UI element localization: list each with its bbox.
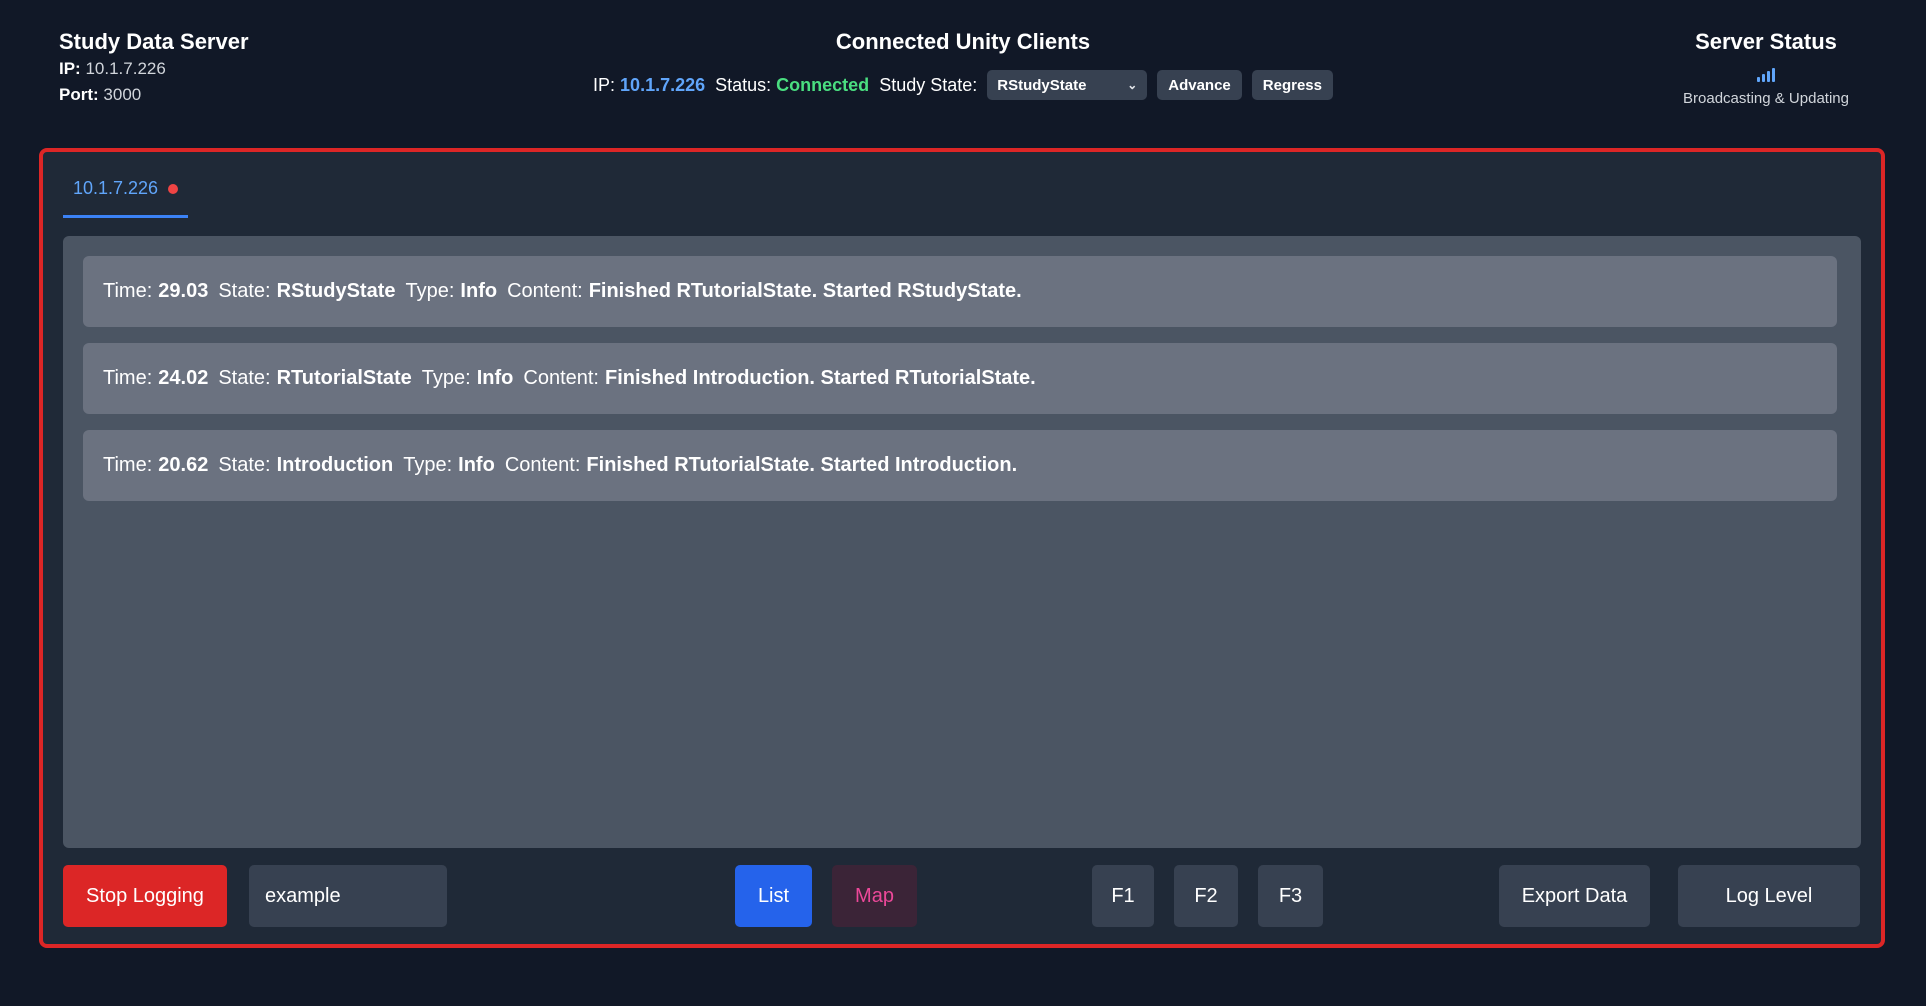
server-status-subtitle: Broadcasting & Updating bbox=[1683, 90, 1849, 107]
log-type: Info bbox=[458, 454, 495, 476]
log-content: Finished RTutorialState. Started Introdu… bbox=[586, 454, 1018, 476]
log-type-label: Type: bbox=[421, 367, 471, 389]
server-status: Server Status Broadcasting & Updating bbox=[1666, 28, 1866, 107]
log-content-label: Content: bbox=[523, 367, 599, 389]
log-type-label: Type: bbox=[405, 280, 455, 302]
recording-indicator-icon bbox=[168, 184, 179, 194]
client-status-value: Connected bbox=[776, 74, 870, 95]
log-state: RStudyState bbox=[276, 280, 396, 302]
header: Study Data Server IP: 10.1.7.226 Port: 3… bbox=[0, 0, 1926, 140]
client-row: IP: 10.1.7.226 Status: Connected Study S… bbox=[0, 70, 1926, 100]
study-state-label: Study State: bbox=[879, 74, 978, 95]
study-state-select[interactable]: RStudyState ⌄ bbox=[987, 70, 1148, 100]
log-list: Time: 29.03 State: RStudyState Type: Info C… bbox=[63, 236, 1861, 848]
log-content: Finished RTutorialState. Started RStudyS… bbox=[588, 280, 1022, 302]
client-status-label: Status: bbox=[715, 74, 772, 95]
signal-bars-icon bbox=[1666, 66, 1866, 82]
stop-logging-button[interactable]: Stop Logging bbox=[63, 865, 227, 927]
f3-button[interactable]: F3 bbox=[1258, 865, 1323, 927]
log-content-label: Content: bbox=[507, 280, 583, 302]
server-status-title: Server Status bbox=[1695, 29, 1837, 54]
export-data-button[interactable]: Export Data bbox=[1499, 865, 1650, 927]
log-content-label: Content: bbox=[504, 454, 581, 476]
client-ip-group: IP: 10.1.7.226 bbox=[593, 75, 705, 96]
log-entry: Time: 29.03 State: RStudyState Type: Info C… bbox=[83, 256, 1837, 327]
log-entry: Time: 20.62 State: Introduction Type: Info … bbox=[83, 430, 1837, 501]
client-status-group: Status: Connected bbox=[715, 75, 869, 96]
connected-clients: Connected Unity Clients IP: 10.1.7.226 S… bbox=[0, 28, 1926, 100]
tab-client[interactable]: 10.1.7.226 bbox=[63, 176, 188, 218]
log-type: Info bbox=[460, 280, 498, 302]
log-state-label: State: bbox=[218, 454, 271, 476]
log-time-label: Time: bbox=[103, 367, 153, 389]
list-view-button[interactable]: List bbox=[735, 865, 812, 927]
client-ip-label: IP: bbox=[593, 74, 616, 95]
f2-button[interactable]: F2 bbox=[1174, 865, 1238, 927]
log-level-button[interactable]: Log Level bbox=[1678, 865, 1860, 927]
log-state: RTutorialState bbox=[276, 367, 412, 389]
chevron-down-icon: ⌄ bbox=[1127, 78, 1138, 92]
f1-button[interactable]: F1 bbox=[1092, 865, 1154, 927]
log-state: Introduction bbox=[276, 454, 394, 476]
log-time: 20.62 bbox=[158, 454, 209, 476]
log-panel: 10.1.7.226 Time: 29.03 State: RStudyState … bbox=[39, 148, 1885, 948]
log-time-label: Time: bbox=[103, 280, 153, 302]
advance-button[interactable]: Advance bbox=[1157, 70, 1242, 100]
log-content: Finished Introduction. Started RTutorial… bbox=[604, 367, 1036, 389]
log-entry: Time: 24.02 State: RTutorialState Type: Inf… bbox=[83, 343, 1837, 414]
tab-client-label: 10.1.7.226 bbox=[72, 178, 159, 198]
clients-title: Connected Unity Clients bbox=[835, 29, 1091, 54]
log-state-label: State: bbox=[218, 280, 271, 302]
filter-input[interactable]: example bbox=[249, 865, 447, 927]
log-time: 24.02 bbox=[158, 367, 209, 389]
map-view-button[interactable]: Map bbox=[832, 865, 917, 927]
log-time: 29.03 bbox=[158, 280, 209, 302]
log-time-label: Time: bbox=[103, 454, 153, 476]
log-type: Info bbox=[476, 367, 514, 389]
regress-button[interactable]: Regress bbox=[1251, 70, 1333, 100]
log-state-label: State: bbox=[218, 367, 271, 389]
log-type-label: Type: bbox=[403, 454, 453, 476]
footer-toolbar: Stop Logging example List Map F1 F2 F3 E… bbox=[63, 865, 1861, 927]
client-ip-value: 10.1.7.226 bbox=[620, 74, 706, 95]
study-state-value: RStudyState bbox=[997, 76, 1087, 94]
